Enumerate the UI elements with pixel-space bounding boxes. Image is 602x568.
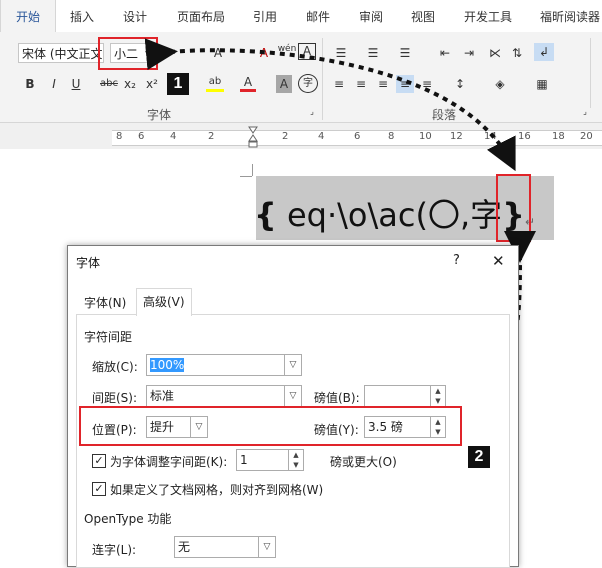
dialog-title: 字体 bbox=[76, 256, 101, 270]
spacing-select[interactable]: 标准 ▽ bbox=[146, 385, 302, 407]
spinner-icon[interactable]: ▲ ▼ bbox=[288, 450, 303, 470]
scale-label: 缩放(C): bbox=[92, 360, 138, 374]
spacing-value: 标准 bbox=[150, 389, 175, 403]
spinner-icon[interactable]: ▲ ▼ bbox=[430, 386, 445, 406]
scale-select[interactable]: 100% ▽ bbox=[146, 354, 302, 376]
tab-font-label: 字体(N) bbox=[84, 296, 127, 310]
help-icon[interactable]: ? bbox=[453, 253, 460, 268]
close-icon[interactable]: ✕ bbox=[492, 252, 505, 270]
spacing-by-input[interactable]: ▲ ▼ bbox=[364, 385, 446, 407]
kerning-label: 为字体调整字间距(K): bbox=[110, 455, 228, 469]
spacing-by-label: 磅值(B): bbox=[314, 391, 360, 405]
chevron-down-icon: ▽ bbox=[284, 355, 301, 375]
section-opentype-title: OpenType 功能 bbox=[84, 512, 172, 526]
kerning-value: 1 bbox=[240, 453, 248, 467]
ligature-label: 连字(L): bbox=[92, 543, 137, 557]
scale-value: 100% bbox=[150, 358, 185, 372]
snap-grid-label: 如果定义了文档网格，则对齐到网格(W) bbox=[110, 483, 324, 497]
kerning-suffix: 磅或更大(O) bbox=[330, 455, 397, 469]
step-badge-2: 2 bbox=[468, 446, 490, 468]
kerning-input[interactable]: 1 ▲ ▼ bbox=[236, 449, 304, 471]
chevron-down-icon: ▽ bbox=[258, 537, 275, 557]
ligature-select[interactable]: 无 ▽ bbox=[174, 536, 276, 558]
section-spacing-title: 字符间距 bbox=[84, 330, 133, 344]
highlight-box-position bbox=[79, 406, 462, 446]
ligature-value: 无 bbox=[178, 540, 191, 554]
spacing-label: 间距(S): bbox=[92, 391, 138, 405]
tab-advanced-label: 高级(V) bbox=[143, 295, 185, 309]
tab-advanced[interactable]: 高级(V) bbox=[136, 288, 192, 316]
kerning-checkbox[interactable]: ✓ bbox=[92, 454, 106, 468]
chevron-down-icon: ▽ bbox=[284, 386, 301, 406]
tab-font[interactable]: 字体(N) bbox=[78, 290, 132, 316]
snap-grid-checkbox[interactable]: ✓ bbox=[92, 482, 106, 496]
